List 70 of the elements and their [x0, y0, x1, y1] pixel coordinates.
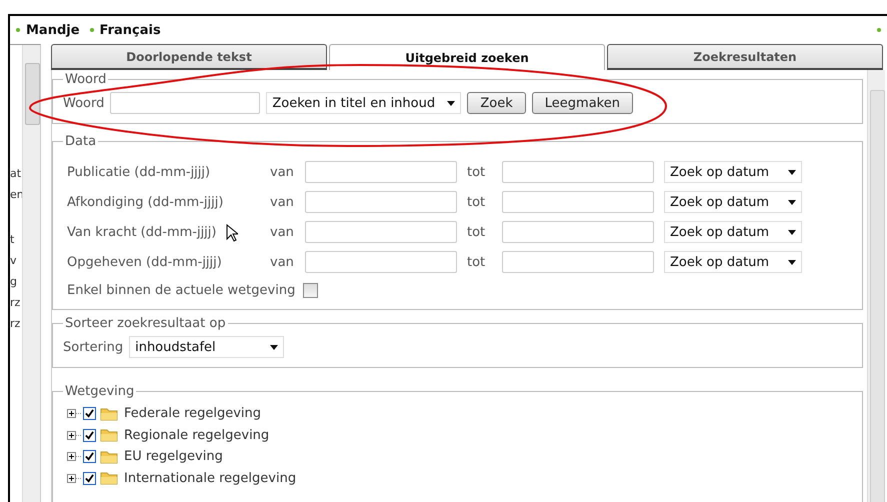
- sidebar-text: g: [10, 274, 18, 290]
- date-to-field[interactable]: [502, 221, 654, 243]
- group-legend: Woord: [63, 72, 108, 87]
- field-label: Opgeheven (dd-mm-jjjj): [67, 254, 222, 270]
- folder-icon: [100, 428, 118, 442]
- scrollbar[interactable]: [867, 70, 885, 502]
- field-label: tot: [467, 194, 486, 210]
- sidebar-text: t: [10, 232, 16, 248]
- group-legend: Sorteer zoekresultaat op: [63, 316, 228, 331]
- expander-icon[interactable]: [67, 474, 76, 483]
- checkbox-label: Enkel binnen de actuele wetgeving: [67, 282, 296, 298]
- tree-item[interactable]: EU regelgeving: [124, 449, 223, 464]
- sidebar-text: v: [10, 253, 18, 269]
- sidebar-text: rz: [10, 295, 20, 311]
- sidebar-text: rz: [10, 316, 20, 332]
- field-label: tot: [467, 254, 486, 270]
- field-label: tot: [467, 164, 486, 180]
- form-button[interactable]: Leegmaken: [532, 92, 633, 114]
- field-label: Afkondiging (dd-mm-jjjj): [67, 194, 224, 210]
- folder-icon: [100, 406, 118, 421]
- bullet-icon: [877, 28, 881, 32]
- tab[interactable]: Uitgebreid zoeken: [329, 44, 605, 70]
- bullet-icon: [90, 28, 94, 32]
- date-to-field[interactable]: [502, 251, 654, 273]
- scrollbar[interactable]: [22, 45, 40, 502]
- date-mode-dropdown[interactable]: Zoek op datum: [664, 251, 802, 273]
- date-from-field[interactable]: [305, 191, 457, 213]
- checkbox[interactable]: [83, 407, 96, 420]
- field-label: Van kracht (dd-mm-jjjj): [67, 224, 216, 240]
- date-mode-dropdown[interactable]: Zoek op datum: [664, 191, 802, 213]
- date-to-field[interactable]: [502, 161, 654, 183]
- checkbox[interactable]: [83, 450, 96, 464]
- top-link[interactable]: Mandje: [26, 22, 80, 38]
- bullet-icon: [16, 28, 20, 32]
- tree-item[interactable]: Regionale regelgeving: [124, 428, 270, 443]
- group-legend: Data: [63, 134, 98, 149]
- date-from-field[interactable]: [305, 251, 457, 273]
- form-button[interactable]: Zoek: [467, 92, 526, 114]
- group-legend: Wetgeving: [63, 384, 136, 399]
- expander-icon[interactable]: [67, 409, 76, 418]
- sort-dropdown[interactable]: inhoudstafel: [129, 336, 284, 358]
- date-mode-dropdown[interactable]: Zoek op datum: [664, 161, 802, 183]
- tree-item[interactable]: Internationale regelgeving: [124, 470, 296, 486]
- scope-dropdown[interactable]: Zoeken in titel en inhoud: [266, 92, 462, 114]
- tab[interactable]: Doorlopende tekst: [51, 44, 327, 70]
- field-label: Woord: [63, 96, 104, 110]
- word-input-field[interactable]: [110, 92, 260, 114]
- sidebar-text: at: [10, 166, 20, 182]
- tree-item[interactable]: Federale regelgeving: [124, 406, 262, 422]
- mouse-pointer-icon: [226, 224, 238, 242]
- field-label: van: [270, 164, 295, 180]
- field-label: Publicatie (dd-mm-jjjj): [67, 164, 210, 180]
- field-label: tot: [467, 224, 486, 240]
- date-to-field[interactable]: [502, 191, 654, 213]
- date-from-field[interactable]: [305, 221, 457, 243]
- field-label: Sortering: [63, 340, 124, 354]
- folder-icon: [100, 450, 118, 464]
- folder-icon: [100, 471, 118, 486]
- field-label: van: [270, 194, 295, 210]
- tab[interactable]: Zoekresultaten: [607, 44, 883, 70]
- checkbox[interactable]: [83, 428, 96, 442]
- top-link[interactable]: Français: [100, 22, 161, 38]
- expander-icon[interactable]: [67, 430, 76, 440]
- expander-icon[interactable]: [67, 452, 76, 462]
- checkbox[interactable]: [83, 472, 96, 485]
- field-label: van: [270, 254, 295, 270]
- checkbox[interactable]: [303, 282, 318, 298]
- date-from-field[interactable]: [305, 161, 457, 183]
- field-label: van: [270, 224, 295, 240]
- date-mode-dropdown[interactable]: Zoek op datum: [664, 221, 802, 243]
